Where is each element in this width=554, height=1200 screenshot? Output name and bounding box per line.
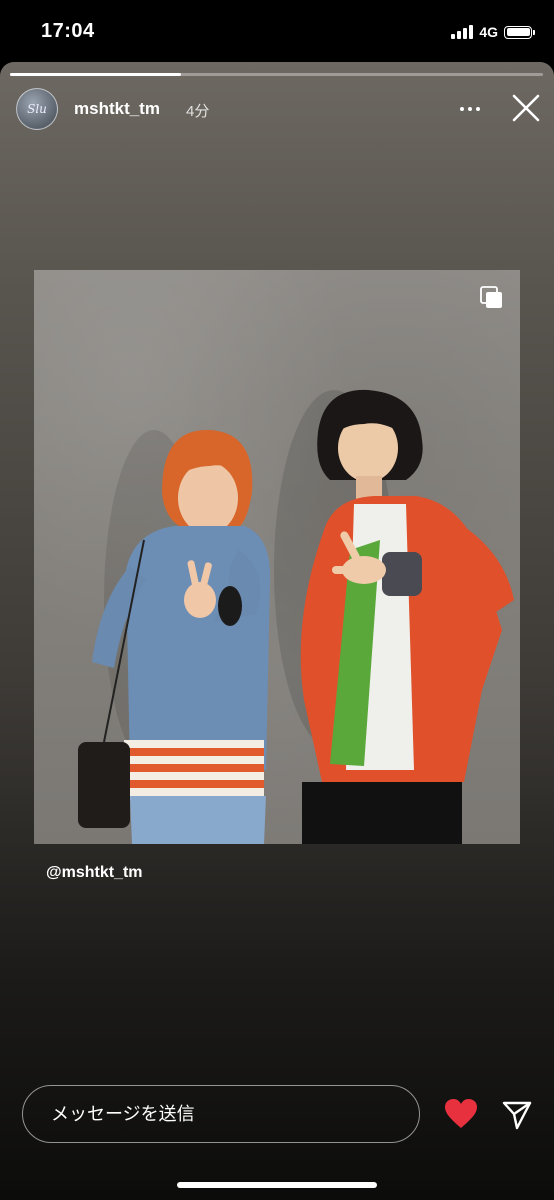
left-person (78, 429, 271, 844)
finger (332, 566, 366, 574)
photo-illustration (78, 389, 514, 844)
close-icon[interactable] (510, 92, 542, 124)
message-input[interactable] (22, 1085, 420, 1143)
cellular-signal-icon (451, 25, 474, 39)
face (178, 462, 238, 534)
black-pants (302, 782, 462, 844)
more-horizontal-icon[interactable] (460, 104, 488, 114)
shared-post-image[interactable] (34, 270, 520, 844)
avatar-text: Slu (27, 102, 47, 116)
post-time: 4分 (186, 103, 210, 120)
status-time: 17:04 (41, 20, 95, 42)
send-icon[interactable] (501, 1099, 533, 1131)
story-header: Slu mshtkt_tm 4分 (0, 86, 554, 134)
multiple-images-icon (480, 286, 502, 308)
story-progress-fill (10, 73, 181, 76)
network-type: 4G (479, 24, 498, 40)
mention-sticker[interactable]: @mshtkt_tm (46, 864, 143, 882)
story-progress-bar (10, 73, 543, 76)
home-indicator (177, 1182, 377, 1188)
denim-shorts (130, 796, 266, 844)
battery-icon (504, 25, 535, 39)
username[interactable]: mshtkt_tm (74, 99, 160, 119)
sunglasses (218, 586, 242, 626)
avatar[interactable]: Slu (16, 88, 58, 130)
grey-cuff (382, 552, 422, 596)
right-person (300, 389, 514, 844)
heart-icon[interactable] (444, 1098, 478, 1130)
black-bag (78, 742, 130, 828)
status-bar: 17:04 4G (0, 0, 554, 62)
status-indicators: 4G (451, 24, 535, 40)
